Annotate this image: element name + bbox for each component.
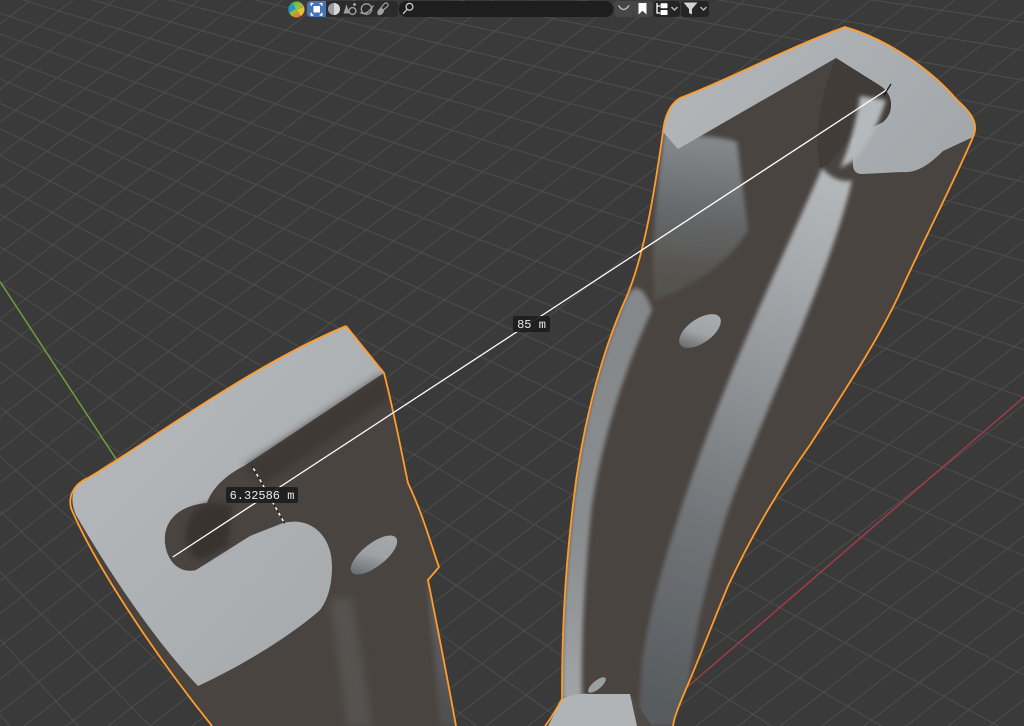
svg-text:85 m: 85 m: [517, 318, 546, 332]
svg-text:6.32586 m: 6.32586 m: [230, 489, 295, 503]
